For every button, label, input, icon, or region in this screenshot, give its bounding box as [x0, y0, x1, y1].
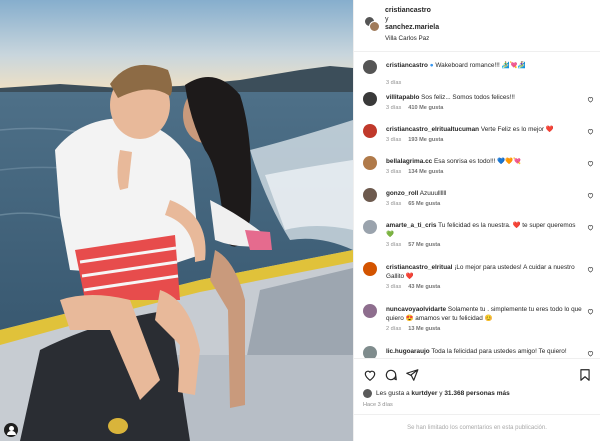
heart-icon[interactable] — [587, 266, 594, 273]
comment-username[interactable]: cristiancastro_elritual — [386, 264, 452, 271]
comment-text: Azuuullllll — [419, 190, 447, 197]
post-actions: Les gusta a kurtdyer y 31.368 personas m… — [354, 358, 600, 414]
comment-username[interactable]: lic.hugoaraujo — [386, 348, 430, 355]
comment-likes[interactable]: 57 Me gusta — [408, 242, 440, 248]
comment-text: Verte Feliz es lo mejor ❤️ — [480, 126, 554, 133]
likes-middle: y — [439, 390, 443, 397]
comments-list[interactable]: cristiancastro ● Wakeboard romance!!! 🏄‍… — [354, 52, 600, 358]
post-location[interactable]: Villa Carlos Paz — [385, 35, 439, 44]
author2-username[interactable]: sanchez.mariela — [385, 24, 439, 33]
user-tag-icon[interactable] — [4, 423, 18, 437]
comment-likes[interactable]: 65 Me gusta — [408, 201, 440, 207]
verified-icon: ● — [429, 62, 434, 69]
comment-avatar[interactable] — [363, 124, 377, 138]
post-timestamp[interactable]: Hace 3 días — [363, 402, 393, 408]
liker-avatar[interactable] — [363, 389, 372, 398]
send-icon[interactable] — [405, 368, 419, 382]
heart-icon[interactable] — [587, 224, 594, 231]
caption-username[interactable]: cristiancastro — [386, 62, 428, 69]
post-header: cristiancastro y sanchez.mariela Villa C… — [354, 0, 600, 52]
comment-age: 3 días — [386, 169, 402, 175]
caption-avatar[interactable] — [363, 60, 377, 74]
heart-icon[interactable] — [587, 128, 594, 135]
comment-likes[interactable]: 13 Me gusta — [408, 326, 440, 332]
comment-age: 3 días — [386, 137, 402, 143]
comment-age: 2 días — [386, 326, 402, 332]
comment-username[interactable]: gonzo_roll — [386, 190, 418, 197]
caption-text: Wakeboard romance!!! 🏄‍♂️💘🏄‍♀️ — [435, 62, 526, 69]
comment-age: 3 días — [386, 242, 402, 248]
likes-prefix: Les gusta a — [376, 390, 410, 397]
comment-avatar[interactable] — [363, 304, 377, 318]
post-photo[interactable] — [0, 0, 353, 441]
likes-summary: Les gusta a kurtdyer y 31.368 personas m… — [363, 389, 510, 398]
comment-avatar[interactable] — [363, 92, 377, 106]
comment-username[interactable]: amarte_a_ti_cris — [386, 222, 436, 229]
comment-username[interactable]: cristiancastro_elritualtucuman — [386, 126, 479, 133]
comment-likes[interactable]: 410 Me gusta — [408, 105, 443, 111]
comment-username[interactable]: bellalagrima.cc — [386, 158, 432, 165]
likes-others[interactable]: 31.368 personas más — [444, 390, 509, 397]
heart-icon[interactable] — [587, 308, 594, 315]
heart-icon[interactable] — [587, 192, 594, 199]
heart-icon[interactable] — [587, 160, 594, 167]
comment-username[interactable]: villitapablo — [386, 94, 419, 101]
comments-limited-notice: Se han limitado los comentarios en esta … — [354, 414, 600, 441]
heart-icon[interactable] — [587, 350, 594, 357]
comment-text: Toda la felicidad para ustedes amigo! Te… — [431, 348, 567, 355]
comment-likes[interactable]: 134 Me gusta — [408, 169, 443, 175]
comment-username[interactable]: nuncavoyaolvidarte — [386, 306, 446, 313]
author-connector: y — [385, 15, 389, 23]
comment-likes[interactable]: 43 Me gusta — [408, 284, 440, 290]
comment-likes[interactable]: 193 Me gusta — [408, 137, 443, 143]
likes-first-user[interactable]: kurtdyer — [411, 390, 437, 397]
heart-icon[interactable] — [363, 368, 377, 382]
couple-on-boat-image — [0, 0, 353, 441]
comment-age: 3 días — [386, 105, 402, 111]
caption-age: 3 días — [386, 80, 402, 86]
comment-avatar[interactable] — [363, 188, 377, 202]
comment-avatar[interactable] — [363, 220, 377, 234]
comment-text: Esa sonrisa es todo!!! 💙🧡💘 — [433, 158, 522, 165]
comment-avatar[interactable] — [363, 156, 377, 170]
author2-avatar[interactable] — [369, 21, 380, 32]
comment-avatar[interactable] — [363, 262, 377, 276]
comment-avatar[interactable] — [363, 346, 377, 358]
author1-username[interactable]: cristiancastro — [385, 7, 439, 16]
comment-age: 3 días — [386, 284, 402, 290]
heart-icon[interactable] — [587, 96, 594, 103]
comment-icon[interactable] — [384, 368, 398, 382]
comment-age: 3 días — [386, 201, 402, 207]
post-side-panel: cristiancastro y sanchez.mariela Villa C… — [353, 0, 600, 441]
comment-text: Sos feliz... Somos todos felices!!! — [421, 94, 515, 101]
bookmark-icon[interactable] — [578, 368, 592, 382]
